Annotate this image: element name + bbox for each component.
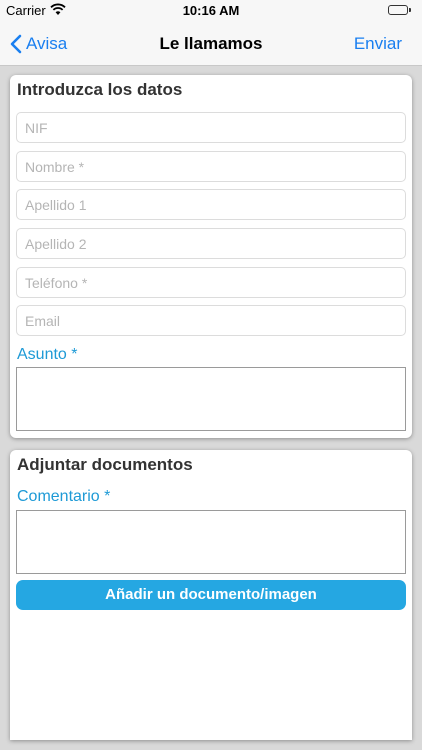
subject-textarea[interactable] [16, 367, 406, 431]
apellido1-input[interactable] [16, 189, 406, 220]
navigation-bar: Avisa Le llamamos Enviar [0, 22, 422, 66]
battery-icon [388, 5, 412, 16]
send-button[interactable]: Enviar [354, 34, 402, 54]
comment-textarea[interactable] [16, 510, 406, 574]
email-input[interactable] [16, 305, 406, 336]
nif-input[interactable] [16, 112, 406, 143]
attachments-title: Adjuntar documentos [17, 455, 193, 474]
add-document-button[interactable]: Añadir un documento/imagen [16, 580, 406, 610]
telefono-input[interactable] [16, 267, 406, 298]
nombre-input[interactable] [16, 151, 406, 182]
apellido2-input[interactable] [16, 228, 406, 259]
comment-label: Comentario * [17, 488, 111, 505]
status-bar: Carrier 10:16 AM [0, 0, 422, 22]
personal-data-title: Introduzca los datos [17, 80, 183, 99]
personal-data-card: Introduzca los datos Asunto * [10, 75, 412, 438]
status-time: 10:16 AM [182, 3, 240, 18]
attachments-card: Adjuntar documentos Comentario * Añadir … [10, 450, 412, 740]
subject-label: Asunto * [17, 346, 78, 363]
